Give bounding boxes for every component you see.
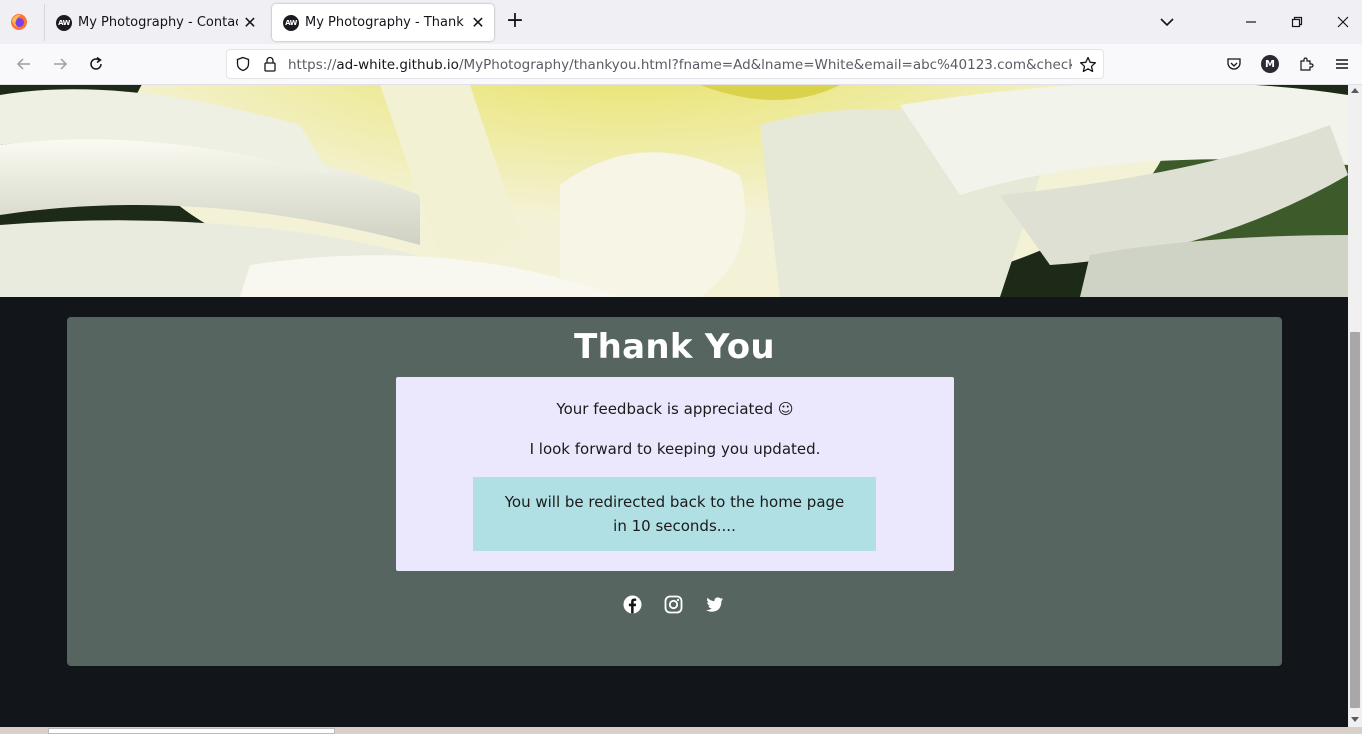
close-tab-icon[interactable]: ✕ — [466, 11, 490, 35]
app-menu-button[interactable] — [1332, 54, 1352, 74]
back-button[interactable] — [14, 54, 34, 74]
flower-photo — [0, 85, 1348, 297]
close-tab-icon[interactable]: ✕ — [238, 11, 262, 35]
forward-button[interactable] — [50, 54, 70, 74]
url-text[interactable]: https://ad-white.github.io/MyPhotography… — [288, 57, 1072, 73]
hamburger-menu-icon — [1336, 59, 1348, 69]
navigation-toolbar: https://ad-white.github.io/MyPhotography… — [0, 44, 1362, 85]
keep-updated-message: I look forward to keeping you updated. — [529, 440, 821, 458]
close-window-button[interactable] — [1328, 8, 1358, 36]
site-favicon-icon: AW — [283, 14, 299, 31]
page-scrollbar[interactable] — [1348, 85, 1362, 727]
puzzle-piece-icon — [1300, 57, 1314, 71]
url-host: ad-white.github.io — [336, 57, 459, 73]
back-arrow-icon — [16, 58, 30, 70]
redirect-notice: You will be redirected back to the home … — [473, 477, 876, 551]
firefox-logo-icon[interactable] — [10, 13, 28, 31]
tab-thank-you[interactable]: AW My Photography - Thank You ✕ — [272, 4, 494, 41]
page-title: Thank You — [574, 327, 775, 367]
scrollbar-thumb[interactable] — [1350, 332, 1360, 708]
reload-button[interactable] — [86, 54, 106, 74]
url-path: /MyPhotography/thankyou.html?fname=Ad&ln… — [458, 57, 1072, 73]
hero-flower-image — [0, 85, 1348, 297]
new-tab-button[interactable]: + — [503, 10, 527, 34]
page-viewport: Thank You Your feedback is appreciated ☺… — [0, 85, 1348, 734]
taskbar-window-preview — [48, 728, 335, 734]
forward-arrow-icon — [54, 58, 68, 70]
pocket-icon — [1227, 58, 1241, 70]
feedback-message: Your feedback is appreciated ☺ — [556, 400, 794, 418]
instagram-icon[interactable] — [664, 595, 683, 614]
address-bar[interactable]: https://ad-white.github.io/MyPhotography… — [226, 49, 1104, 79]
restore-button[interactable] — [1282, 8, 1312, 36]
bookmark-star-icon[interactable] — [1079, 56, 1097, 73]
restore-icon — [1291, 16, 1303, 28]
tab-strip: AW My Photography - Contact ✕ AW My Phot… — [0, 0, 1362, 44]
tab-title: My Photography - Contact — [78, 15, 238, 30]
minimize-icon — [1246, 21, 1256, 23]
account-button[interactable]: M — [1260, 54, 1280, 74]
scroll-down-icon[interactable] — [1351, 717, 1359, 722]
close-icon — [1337, 16, 1349, 28]
twitter-icon[interactable] — [705, 595, 724, 614]
reload-icon — [90, 56, 102, 70]
facebook-icon[interactable] — [623, 595, 642, 614]
url-scheme: https:// — [288, 57, 337, 73]
lock-icon[interactable] — [263, 56, 277, 72]
tracking-protection-shield-icon[interactable] — [235, 56, 251, 72]
pocket-button[interactable] — [1224, 54, 1244, 74]
tab-contact[interactable]: AW My Photography - Contact ✕ — [44, 4, 266, 41]
scroll-up-icon[interactable] — [1351, 88, 1359, 93]
minimize-button[interactable] — [1236, 8, 1266, 36]
message-panel: Your feedback is appreciated ☺ I look fo… — [396, 377, 954, 571]
social-links — [623, 595, 724, 615]
list-all-tabs-chevron-icon[interactable] — [1156, 12, 1178, 32]
account-avatar: M — [1261, 55, 1279, 73]
site-favicon-icon: AW — [56, 14, 72, 31]
extensions-button[interactable] — [1296, 54, 1316, 74]
tab-title: My Photography - Thank You — [305, 15, 466, 30]
taskbar-strip — [0, 727, 1362, 734]
